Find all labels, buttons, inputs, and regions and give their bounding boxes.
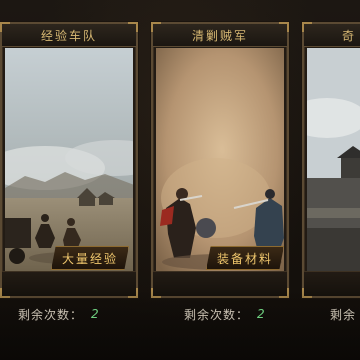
remaining-count: 2 (257, 307, 266, 321)
battle-scene-image (156, 48, 284, 274)
card-title: 清剿贼军 (191, 28, 248, 43)
remaining-attempts: 剩余次数： 2 (18, 304, 100, 324)
convoy-scene-image (5, 48, 133, 274)
fortress-scene-image (307, 48, 360, 274)
remaining-label: 剩余 (330, 307, 357, 322)
reward-tag: 装备材料 (206, 246, 284, 270)
reward-tag: 大量经验 (51, 246, 130, 270)
remaining-count: 2 (91, 307, 100, 321)
card-title: 经验车队 (40, 28, 97, 43)
card-title-bar: 清剿贼军 (153, 24, 287, 47)
card-illustration-convoy: 大量经验 (5, 48, 133, 274)
remaining-label: 剩余次数： (184, 307, 250, 322)
card-illustration-battle: 装备材料 (156, 48, 284, 274)
card-title-bar: 经验车队 (2, 24, 136, 47)
remaining-attempts: 剩余 (330, 304, 356, 324)
mission-card-exp-convoy[interactable]: 经验车队 大量经验 (0, 22, 138, 298)
mission-card-third[interactable]: 奇 (302, 22, 360, 298)
bottom-shade (0, 290, 360, 360)
remaining-attempts: 剩余次数： 2 (184, 304, 266, 324)
card-title: 奇 (342, 28, 357, 43)
mission-card-bandit-suppression[interactable]: 清剿贼军 装备材料 (151, 22, 289, 298)
card-title-bar: 奇 (304, 24, 360, 47)
card-illustration-fortress (307, 48, 360, 274)
remaining-label: 剩余次数： (18, 307, 84, 322)
